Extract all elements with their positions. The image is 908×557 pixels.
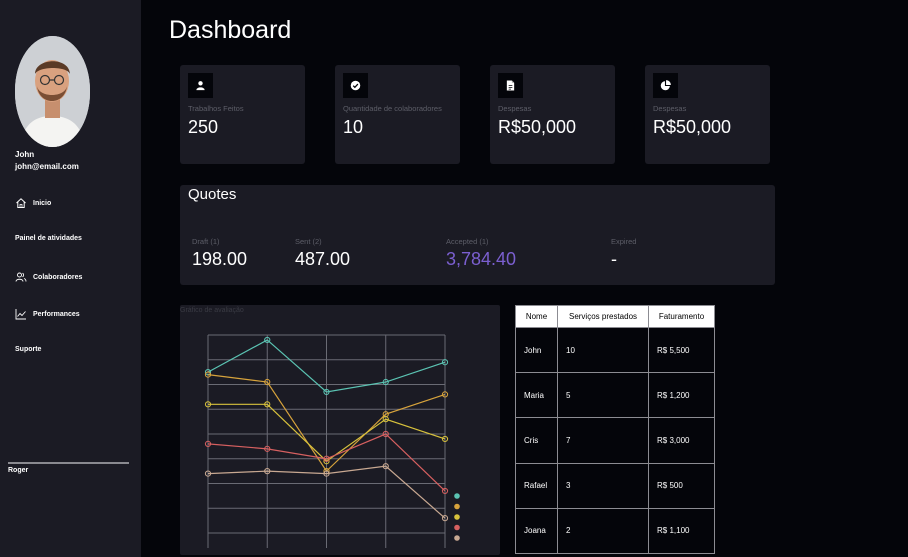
table-row: Cris 7 R$ 3,000 [515, 417, 715, 464]
stat-card-colaboradores: Quantidade de colaboradores 10 [335, 65, 460, 164]
table-row: Maria 5 R$ 1,200 [515, 372, 715, 419]
nav-item-performances[interactable]: Performances [15, 308, 80, 320]
card-label: Despesas [498, 104, 532, 113]
nav-item-label: Colaboradores [33, 273, 83, 281]
table-header-row: Nome Serviços prestados Faturamento [515, 305, 715, 328]
quote-draft-value: 198.00 [192, 249, 248, 269]
stat-card-despesas-2: Despesas R$50,000 [645, 65, 770, 164]
sidebar: John john@email.com Inicio Painel de ati… [0, 0, 141, 557]
card-icon-box [498, 73, 523, 98]
stat-card-despesas: Despesas R$50,000 [490, 65, 615, 164]
table-cell: Cris [515, 417, 558, 464]
users-icon [15, 272, 27, 282]
table-cell: 7 [557, 417, 649, 464]
card-value: R$50,000 [498, 117, 577, 137]
legend-swatch [454, 493, 460, 499]
nav-item-suporte[interactable]: Suporte [15, 346, 41, 353]
card-label: Despesas [653, 104, 687, 113]
card-icon-box [343, 73, 368, 98]
table-cell: Rafael [515, 462, 558, 509]
nav-item-label: Painel de atividades [15, 235, 82, 242]
chart-title: Gráfico de avaliação [180, 307, 244, 314]
legend-swatch [454, 524, 460, 531]
card-icon-box [188, 73, 213, 98]
table-cell: Maria [515, 372, 558, 419]
user-icon [196, 81, 205, 91]
table-cell: John [515, 326, 558, 374]
quote-sent-label: Sent (2) [295, 237, 322, 246]
quote-sent-value: 487.00 [295, 249, 351, 269]
quote-accepted-label: Accepted (1) [446, 237, 489, 246]
table-cell: R$ 3,000 [648, 417, 715, 464]
table-cell: 2 [557, 507, 649, 554]
card-label: Trabalhos Feitos [188, 104, 244, 113]
home-icon [16, 198, 26, 208]
table-cell: R$ 1,200 [648, 372, 715, 419]
services-table: Nome Serviços prestados Faturamento John… [515, 305, 715, 554]
nav-item-label: Suporte [15, 346, 42, 353]
nav-item-colaboradores[interactable]: Colaboradores [15, 271, 82, 283]
table-cell: R$ 1,100 [648, 507, 715, 554]
card-icon-box [653, 73, 678, 98]
quote-expired-value: - [611, 249, 617, 269]
column-header-servicos: Serviços prestados [557, 305, 649, 328]
evaluation-chart: Gráfico de avaliação [180, 305, 500, 555]
legend-swatch [454, 503, 460, 510]
quotes-panel: Quotes Draft (1) 198.00 Sent (2) 487.00 … [180, 185, 775, 285]
stat-card-trabalhos: Trabalhos Feitos 250 [180, 65, 305, 164]
file-icon [506, 80, 515, 91]
sidebar-divider [8, 462, 129, 464]
table-row: Joana 2 R$ 1,100 [515, 507, 715, 554]
user-email: john@email.com [15, 162, 79, 171]
avatar [15, 36, 90, 147]
nav-item-painel-de-atividades[interactable]: Painel de atividades [15, 235, 82, 242]
table-cell: 5 [557, 372, 649, 419]
table-cell: R$ 500 [648, 462, 715, 509]
column-header-faturamento: Faturamento [648, 305, 715, 328]
card-value: 250 [188, 117, 219, 137]
check-circle-icon [350, 80, 361, 91]
nav-item-inicio[interactable]: Inicio [15, 197, 51, 209]
quotes-title: Quotes [188, 186, 237, 203]
card-value: R$50,000 [653, 117, 732, 137]
nav-item-label: Inicio [33, 199, 52, 207]
quote-expired-label: Expired [611, 237, 637, 246]
table-row: Rafael 3 R$ 500 [515, 462, 715, 509]
table-cell: R$ 5,500 [648, 326, 715, 374]
legend-swatch [454, 514, 460, 520]
legend-swatch [454, 535, 460, 541]
chart-line-icon [15, 309, 26, 320]
user-name: John [15, 150, 35, 159]
table-cell: Joana [515, 507, 558, 554]
table-row: John 10 R$ 5,500 [515, 326, 715, 374]
card-value: 10 [343, 117, 364, 137]
page-title: Dashboard [169, 16, 292, 44]
footer-user-name: Roger [8, 467, 29, 474]
pie-chart-icon [660, 80, 671, 91]
column-header-nome: Nome [515, 305, 558, 328]
quote-draft-label: Draft (1) [192, 237, 220, 246]
table-cell: 10 [557, 326, 649, 374]
chart-canvas [204, 334, 460, 548]
card-label: Quantidade de colaboradores [343, 104, 442, 113]
nav-item-label: Performances [33, 310, 80, 318]
avatar-image [15, 36, 90, 147]
quote-accepted-value: 3,784.40 [446, 249, 517, 269]
table-cell: 3 [557, 462, 649, 509]
